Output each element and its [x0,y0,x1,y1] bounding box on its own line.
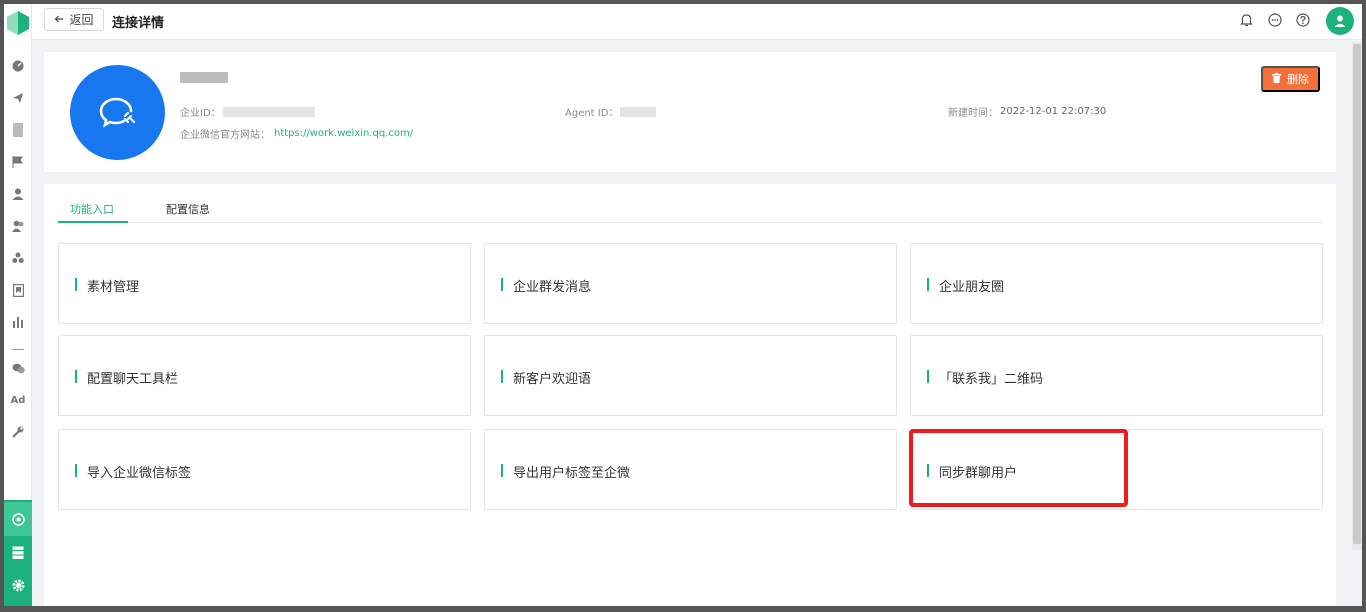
delete-button-label: 删除 [1287,74,1309,86]
group-icon[interactable] [8,248,28,268]
fn-card-label: 企业朋友圈 [939,280,1005,295]
accent-bar [501,464,503,477]
users-icon[interactable] [8,216,28,236]
corp-id-redacted [222,106,315,117]
corp-name-redacted [180,72,228,83]
delete-button[interactable]: 删除 [1261,66,1320,92]
accent-bar [927,464,929,477]
doc-icon[interactable] [8,120,28,140]
fn-card-moments[interactable]: 企业朋友圈 [910,243,1323,324]
fn-card-contact-qrcode[interactable]: 「联系我」二维码 [910,335,1323,416]
function-panel: 功能入口 配置信息 素材管理 企业群发消息 企业朋友圈 配置聊天工具栏 新客户欢… [44,184,1336,606]
fn-card-label: 配置聊天工具栏 [87,372,179,387]
user-icon[interactable] [8,184,28,204]
accent-bar [75,278,77,291]
vertical-scrollbar[interactable] [1352,42,1362,550]
created-time-label: 新建时间： [948,108,998,119]
created-time-row: 新建时间： 2022-12-01 22:07:30 [948,104,1106,119]
tab-function-entry[interactable]: 功能入口 [70,201,114,217]
app-logo[interactable] [6,10,30,36]
fn-card-mass-message[interactable]: 企业群发消息 [484,243,897,324]
active-tab-indicator [58,221,128,223]
fn-card-label: 企业群发消息 [513,280,592,295]
connect-icon[interactable] [8,509,28,529]
trash-icon [1272,72,1281,86]
chart-icon[interactable] [8,312,28,332]
accent-bar [75,370,77,383]
fn-card-import-tags[interactable]: 导入企业微信标签 [58,429,471,510]
accent-bar [501,370,503,383]
wrench-icon[interactable] [8,422,28,442]
fn-card-export-tags[interactable]: 导出用户标签至企微 [484,429,897,510]
accent-bar [927,370,929,383]
accent-bar [75,464,77,477]
corp-id-label: 企业ID： [180,108,221,119]
fn-card-label: 导入企业微信标签 [87,466,192,481]
back-button[interactable]: 返回 [44,8,104,31]
fn-card-welcome-message[interactable]: 新客户欢迎语 [484,335,897,416]
wechat-icon[interactable] [8,358,28,378]
tab-bar: 功能入口 配置信息 [58,184,1323,223]
tab-config-info[interactable]: 配置信息 [166,201,210,217]
agent-id-row: Agent ID： [565,104,657,119]
accent-bar [927,278,929,291]
user-avatar[interactable] [1326,7,1354,35]
person-icon [1334,15,1346,27]
wecom-logo [70,65,165,160]
fn-card-label: 同步群聊用户 [939,466,1018,481]
fn-card-chat-toolbar[interactable]: 配置聊天工具栏 [58,335,471,416]
created-time-value: 2022-12-01 22:07:30 [1000,106,1107,117]
settings-icon[interactable] [8,575,28,595]
fn-card-label: 「联系我」二维码 [939,372,1044,387]
back-button-label: 返回 [69,13,94,27]
divider [8,340,28,360]
dashboard-icon[interactable] [8,56,28,76]
top-header: 返回 连接详情 [32,4,1362,40]
scrollbar-thumb[interactable] [1353,44,1361,544]
help-icon[interactable] [1295,12,1311,28]
corp-id-row: 企业ID： [180,104,315,119]
fn-card-sync-group-users[interactable]: 同步群聊用户 [910,429,1323,510]
flag-icon[interactable] [8,152,28,172]
bookmark-icon[interactable] [8,280,28,300]
chat-icon[interactable] [1267,12,1283,28]
sidebar: Ad [4,4,32,606]
arrow-left-icon [54,13,64,27]
wecom-icon [99,97,135,128]
fn-card-label: 新客户欢迎语 [513,372,592,387]
server-icon[interactable] [8,542,28,562]
fn-card-label: 导出用户标签至企微 [513,466,631,481]
official-site-link[interactable]: https://work.weixin.qq.com/ [274,128,413,139]
official-site-label: 企业微信官方网站： [180,130,270,141]
app-window: Ad 返回 连接详情 企业ID： Agent ID： 新建时间： 2022-12… [4,4,1362,606]
agent-id-redacted [620,106,657,117]
connection-info-card: 企业ID： Agent ID： 新建时间： 2022-12-01 22:07:3… [44,52,1336,172]
send-icon[interactable] [8,88,28,108]
official-site-row: 企业微信官方网站： https://work.weixin.qq.com/ [180,126,413,141]
page-title: 连接详情 [112,16,165,31]
accent-bar [501,278,503,291]
bell-icon[interactable] [1238,12,1254,28]
ad-icon[interactable]: Ad [8,390,28,410]
fn-card-label: 素材管理 [87,280,140,295]
agent-id-label: Agent ID： [565,108,619,119]
fn-card-material[interactable]: 素材管理 [58,243,471,324]
sidebar-bottom [4,500,32,606]
